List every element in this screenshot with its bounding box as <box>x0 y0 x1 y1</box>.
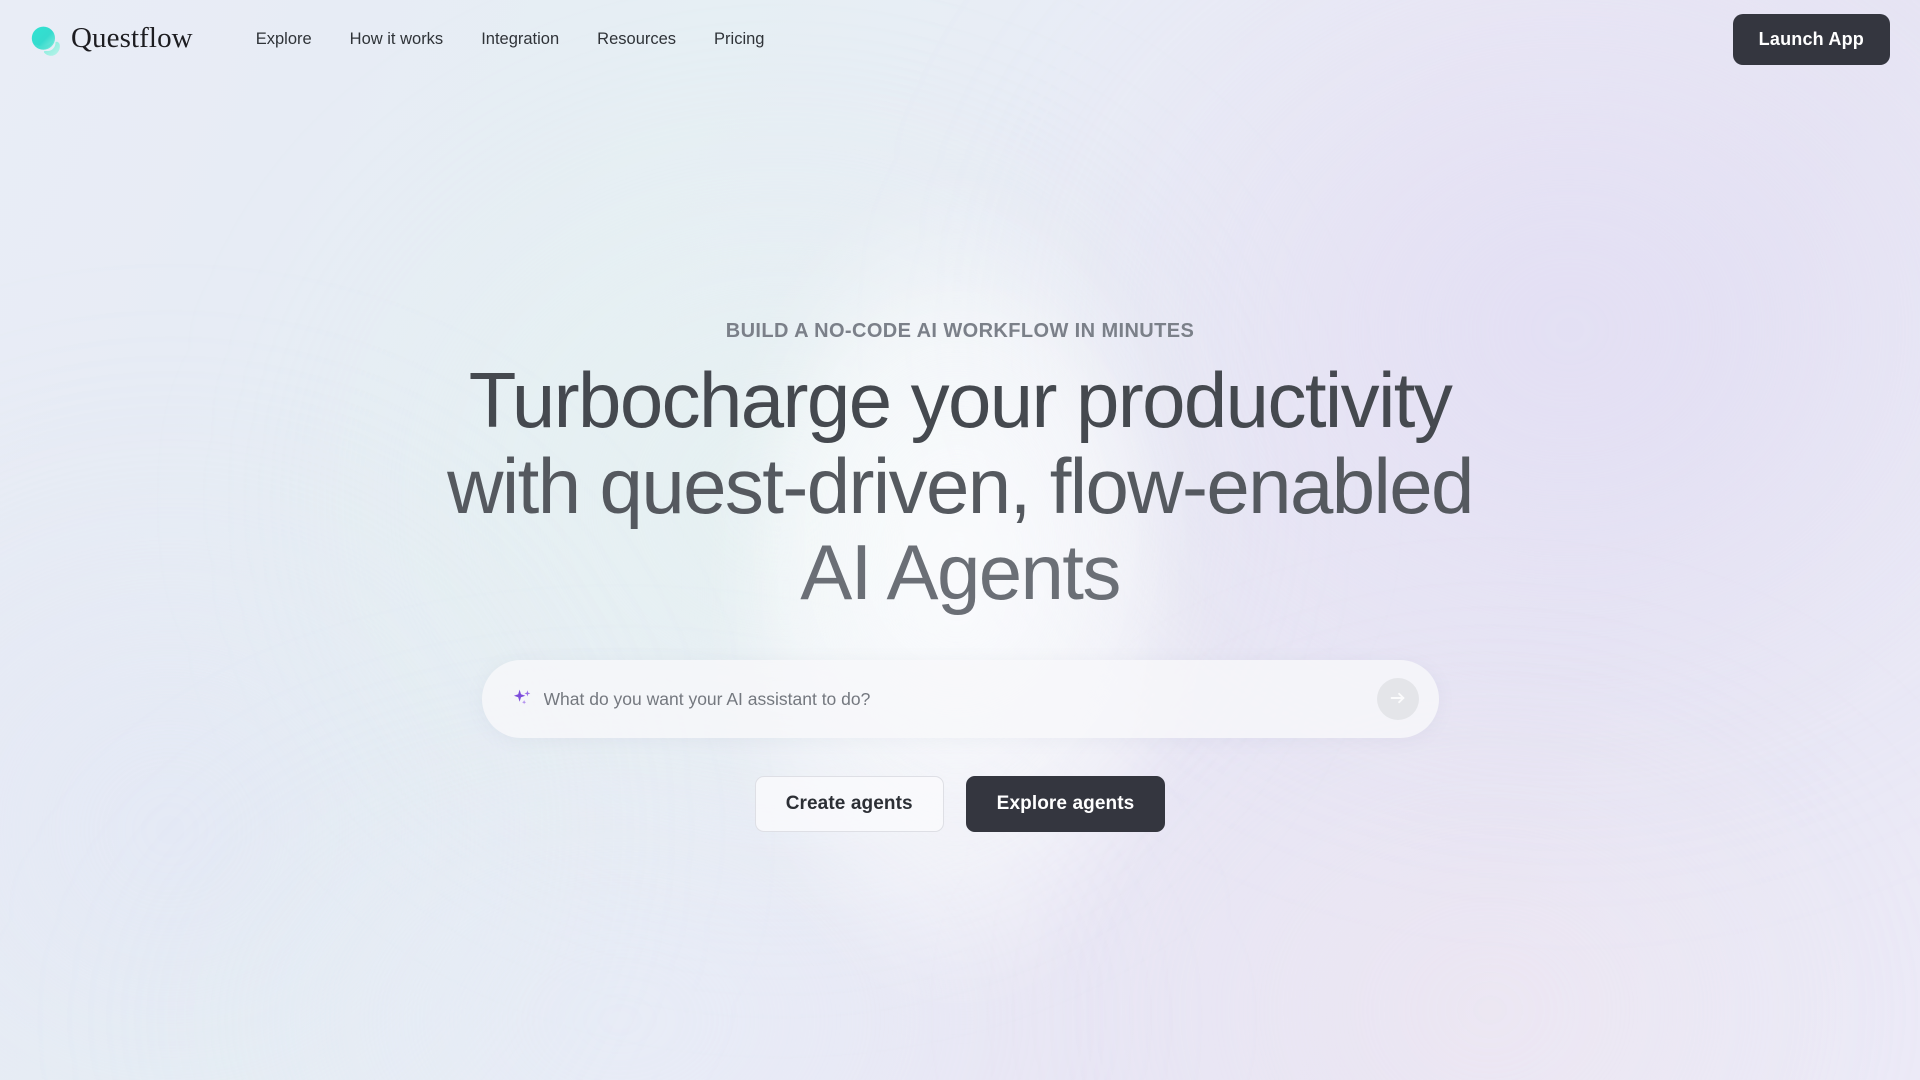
brand-name: Questflow <box>71 22 193 54</box>
arrow-right-icon <box>1388 688 1408 711</box>
headline-line-3: AI Agents <box>800 528 1121 616</box>
sparkle-icon <box>512 687 534 709</box>
page-title: Turbocharge your productivity with quest… <box>320 357 1600 615</box>
nav-item-integration[interactable]: Integration <box>462 22 578 57</box>
hero-cta-row: Create agents Explore agents <box>754 776 1166 832</box>
nav-item-pricing[interactable]: Pricing <box>695 22 783 57</box>
headline-line-1: Turbocharge your productivity <box>468 356 1453 444</box>
search-submit-button[interactable] <box>1376 678 1419 720</box>
nav-item-how-it-works[interactable]: How it works <box>331 22 463 57</box>
hero-eyebrow: BUILD A NO-CODE AI WORKFLOW IN MINUTES <box>725 320 1195 342</box>
headline-line-2: with quest-driven, flow-enabled <box>447 442 1474 530</box>
speech-bubble-logo-icon <box>28 23 62 57</box>
nav-item-explore[interactable]: Explore <box>237 22 331 57</box>
site-header: Questflow Explore How it works Integrati… <box>0 0 1920 79</box>
background-wash-pink <box>1080 700 1900 1080</box>
search-input[interactable] <box>543 679 1377 719</box>
ai-prompt-search-bar[interactable] <box>481 660 1439 738</box>
explore-agents-button[interactable]: Explore agents <box>965 776 1166 832</box>
main-navigation: Explore How it works Integration Resourc… <box>237 22 784 57</box>
launch-app-button[interactable]: Launch App <box>1732 14 1890 65</box>
create-agents-button[interactable]: Create agents <box>754 776 944 832</box>
nav-item-resources[interactable]: Resources <box>578 22 695 57</box>
brand-logo[interactable]: Questflow <box>28 23 193 57</box>
